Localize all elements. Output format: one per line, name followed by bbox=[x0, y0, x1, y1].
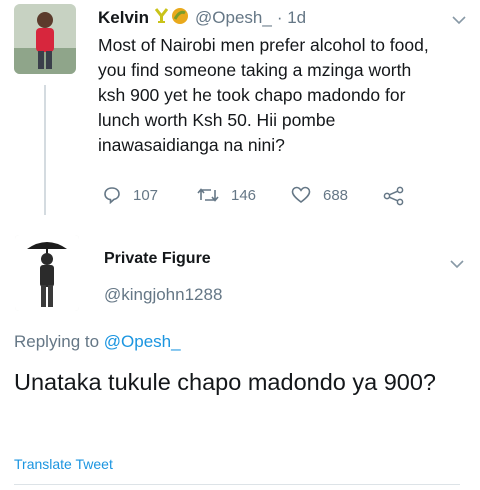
reply-author-name[interactable]: Private Figure bbox=[104, 250, 211, 268]
chevron-down-icon[interactable] bbox=[452, 12, 466, 25]
reply-text: Unataka tukule chapo madondo ya 900? bbox=[14, 369, 437, 395]
bottom-divider bbox=[14, 484, 460, 485]
like-action[interactable]: 688 bbox=[291, 186, 348, 204]
private-figure-avatar[interactable] bbox=[15, 235, 79, 311]
reply-action[interactable]: 107 bbox=[103, 186, 158, 204]
retweet-icon bbox=[197, 188, 219, 202]
share-action[interactable] bbox=[383, 186, 417, 206]
tweet-header: Kelvin @Opesh_ · 1d bbox=[98, 6, 306, 30]
like-count: 688 bbox=[323, 186, 349, 204]
tweet-text: Most of Nairobi men prefer alcohol to fo… bbox=[98, 35, 429, 155]
reply-icon bbox=[104, 187, 120, 204]
trophy-icon bbox=[154, 7, 169, 29]
reply-author-handle[interactable]: @kingjohn1288 bbox=[104, 285, 222, 305]
reply-count: 107 bbox=[133, 186, 159, 204]
author-name[interactable]: Kelvin bbox=[98, 8, 149, 28]
replying-to-line: Replying to @Opesh_ bbox=[14, 332, 181, 352]
retweet-count: 146 bbox=[231, 186, 257, 204]
tweet-time[interactable]: · 1d bbox=[277, 8, 306, 28]
author-handle[interactable]: @Opesh_ bbox=[195, 8, 272, 28]
thread-line bbox=[44, 85, 46, 215]
kelvin-avatar[interactable] bbox=[14, 4, 76, 74]
share-icon bbox=[383, 186, 404, 206]
tweet-actions: 107 146 688 bbox=[103, 186, 433, 208]
replying-to-label: Replying to bbox=[14, 332, 104, 351]
chevron-down-icon[interactable] bbox=[450, 256, 464, 269]
food-emoji-icon bbox=[171, 7, 189, 30]
heart-icon bbox=[291, 186, 311, 204]
retweet-action[interactable]: 146 bbox=[197, 186, 256, 204]
translate-tweet-link[interactable]: Translate Tweet bbox=[14, 456, 113, 472]
replying-to-handle[interactable]: @Opesh_ bbox=[104, 332, 181, 351]
